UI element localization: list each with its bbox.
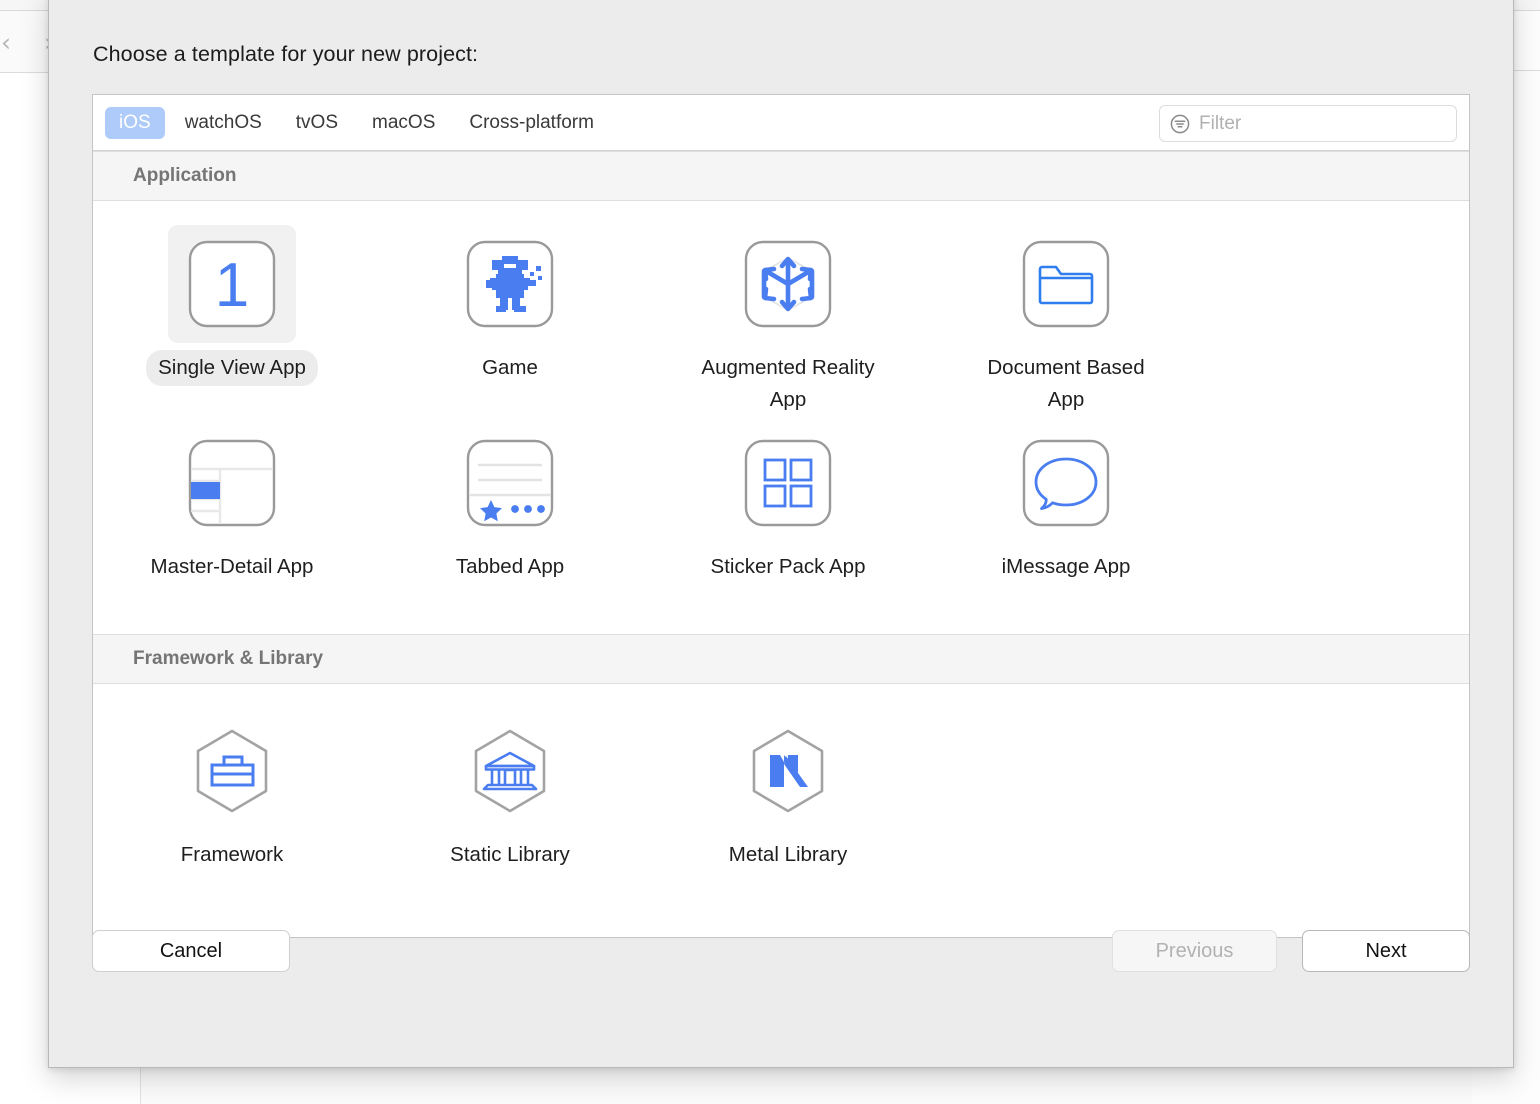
application-template-grid: 1 Single View App Game Augmented Reality… xyxy=(93,201,1469,634)
tab-tvos[interactable]: tvOS xyxy=(282,107,352,139)
ar-cube-icon xyxy=(724,225,852,343)
section-header-application: Application xyxy=(93,151,1469,201)
template-tabbed-app[interactable]: Tabbed App xyxy=(371,418,649,604)
filter-field[interactable]: Filter xyxy=(1159,105,1457,142)
framework-library-template-grid: Framework Static Library Metal Library xyxy=(93,683,1469,932)
next-button[interactable]: Next xyxy=(1302,930,1470,972)
tab-macos[interactable]: macOS xyxy=(358,107,449,139)
template-master-detail-app[interactable]: Master-Detail App xyxy=(93,418,371,604)
template-label: Document Based App xyxy=(987,356,1145,411)
pixel-robot-icon xyxy=(446,225,574,343)
template-label: Augmented Reality App xyxy=(701,356,875,411)
template-document-based-app[interactable]: Document Based App xyxy=(927,219,1205,418)
tab-watchos[interactable]: watchOS xyxy=(171,107,276,139)
previous-button[interactable]: Previous xyxy=(1112,930,1277,972)
folder-icon xyxy=(1002,225,1130,343)
tab-bar-icon xyxy=(446,424,574,542)
tab-cross-platform[interactable]: Cross-platform xyxy=(455,107,608,139)
cancel-button[interactable]: Cancel xyxy=(92,930,290,972)
template-label: Static Library xyxy=(450,842,570,866)
tab-ios[interactable]: iOS xyxy=(105,106,165,139)
template-metal-library[interactable]: Metal Library xyxy=(649,706,927,892)
metal-m-hexagon-icon xyxy=(724,712,852,830)
template-game[interactable]: Game xyxy=(371,219,649,418)
template-label: Tabbed App xyxy=(455,554,565,578)
split-view-icon xyxy=(168,424,296,542)
template-static-library[interactable]: Static Library xyxy=(371,706,649,892)
template-imessage-app[interactable]: iMessage App xyxy=(927,418,1205,604)
template-label: Metal Library xyxy=(728,842,848,866)
template-label: iMessage App xyxy=(1001,554,1131,578)
template-label: Single View App xyxy=(146,350,318,386)
template-sticker-pack-app[interactable]: Sticker Pack App xyxy=(649,418,927,604)
page-title: Choose a template for your new project: xyxy=(93,42,479,66)
template-augmented-reality-app[interactable]: Augmented Reality App xyxy=(649,219,927,418)
building-hexagon-icon xyxy=(446,712,574,830)
template-single-view-app[interactable]: 1 Single View App xyxy=(93,219,371,418)
number-one-icon: 1 xyxy=(168,225,296,343)
filter-circle-icon xyxy=(1169,113,1191,135)
filter-placeholder: Filter xyxy=(1199,112,1242,134)
section-header-framework-library: Framework & Library xyxy=(93,633,1469,684)
toolbox-hexagon-icon xyxy=(168,712,296,830)
template-label: Master-Detail App xyxy=(150,554,314,578)
four-squares-grid-icon xyxy=(724,424,852,542)
template-label: Game xyxy=(482,356,538,379)
template-label: Sticker Pack App xyxy=(710,554,866,578)
template-browser: iOS watchOS tvOS macOS Cross-platform Fi… xyxy=(92,94,1470,938)
speech-bubble-icon xyxy=(1002,424,1130,542)
chevron-left-icon[interactable]: ‹ xyxy=(0,30,17,56)
new-project-template-sheet: Choose a template for your new project: … xyxy=(48,0,1514,1068)
template-label: Framework xyxy=(180,842,284,866)
template-framework[interactable]: Framework xyxy=(93,706,371,892)
platform-tab-bar: iOS watchOS tvOS macOS Cross-platform Fi… xyxy=(93,95,1469,151)
svg-text:1: 1 xyxy=(215,251,249,320)
